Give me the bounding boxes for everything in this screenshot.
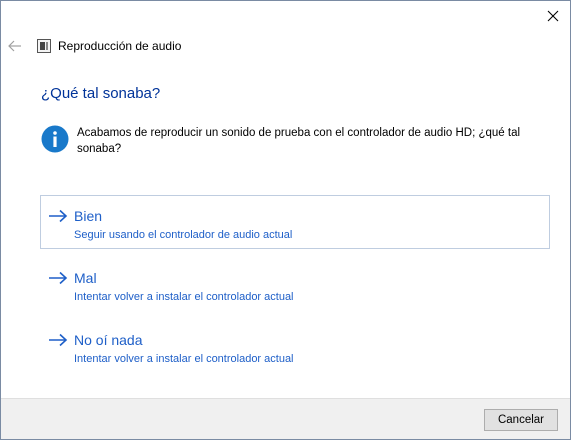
back-button[interactable] bbox=[8, 39, 22, 53]
arrow-right-icon bbox=[49, 209, 68, 223]
dialog-footer: Cancelar bbox=[1, 398, 570, 439]
back-arrow-icon bbox=[8, 40, 21, 52]
option-description: Intentar volver a instalar el controlado… bbox=[74, 291, 294, 303]
arrow-right-icon bbox=[49, 333, 68, 347]
info-text: Acabamos de reproducir un sonido de prue… bbox=[77, 127, 521, 155]
option-description: Seguir usando el controlador de audio ac… bbox=[74, 229, 293, 241]
option-title: Mal bbox=[74, 270, 97, 286]
option-bien[interactable]: Bien Seguir usando el controlador de aud… bbox=[40, 195, 550, 249]
option-title: No oí nada bbox=[74, 332, 143, 348]
arrow-right-icon bbox=[49, 271, 68, 285]
option-mal[interactable]: Mal Intentar volver a instalar el contro… bbox=[40, 257, 550, 311]
dialog-title: Reproducción de audio bbox=[58, 39, 182, 53]
page-heading: ¿Qué tal sonaba? bbox=[41, 85, 161, 102]
info-message: Acabamos de reproducir un sonido de prue… bbox=[41, 125, 541, 157]
close-button[interactable] bbox=[536, 1, 570, 31]
audio-device-icon bbox=[36, 38, 52, 54]
option-description: Intentar volver a instalar el controlado… bbox=[74, 353, 294, 365]
dialog-window: Reproducción de audio ¿Qué tal sonaba? A… bbox=[0, 0, 571, 440]
cancel-button[interactable]: Cancelar bbox=[484, 409, 558, 431]
option-no-oi-nada[interactable]: No oí nada Intentar volver a instalar el… bbox=[40, 319, 550, 373]
info-icon bbox=[41, 125, 69, 153]
dialog-header: Reproducción de audio bbox=[1, 31, 570, 61]
option-title: Bien bbox=[74, 208, 103, 224]
close-icon bbox=[547, 10, 559, 22]
